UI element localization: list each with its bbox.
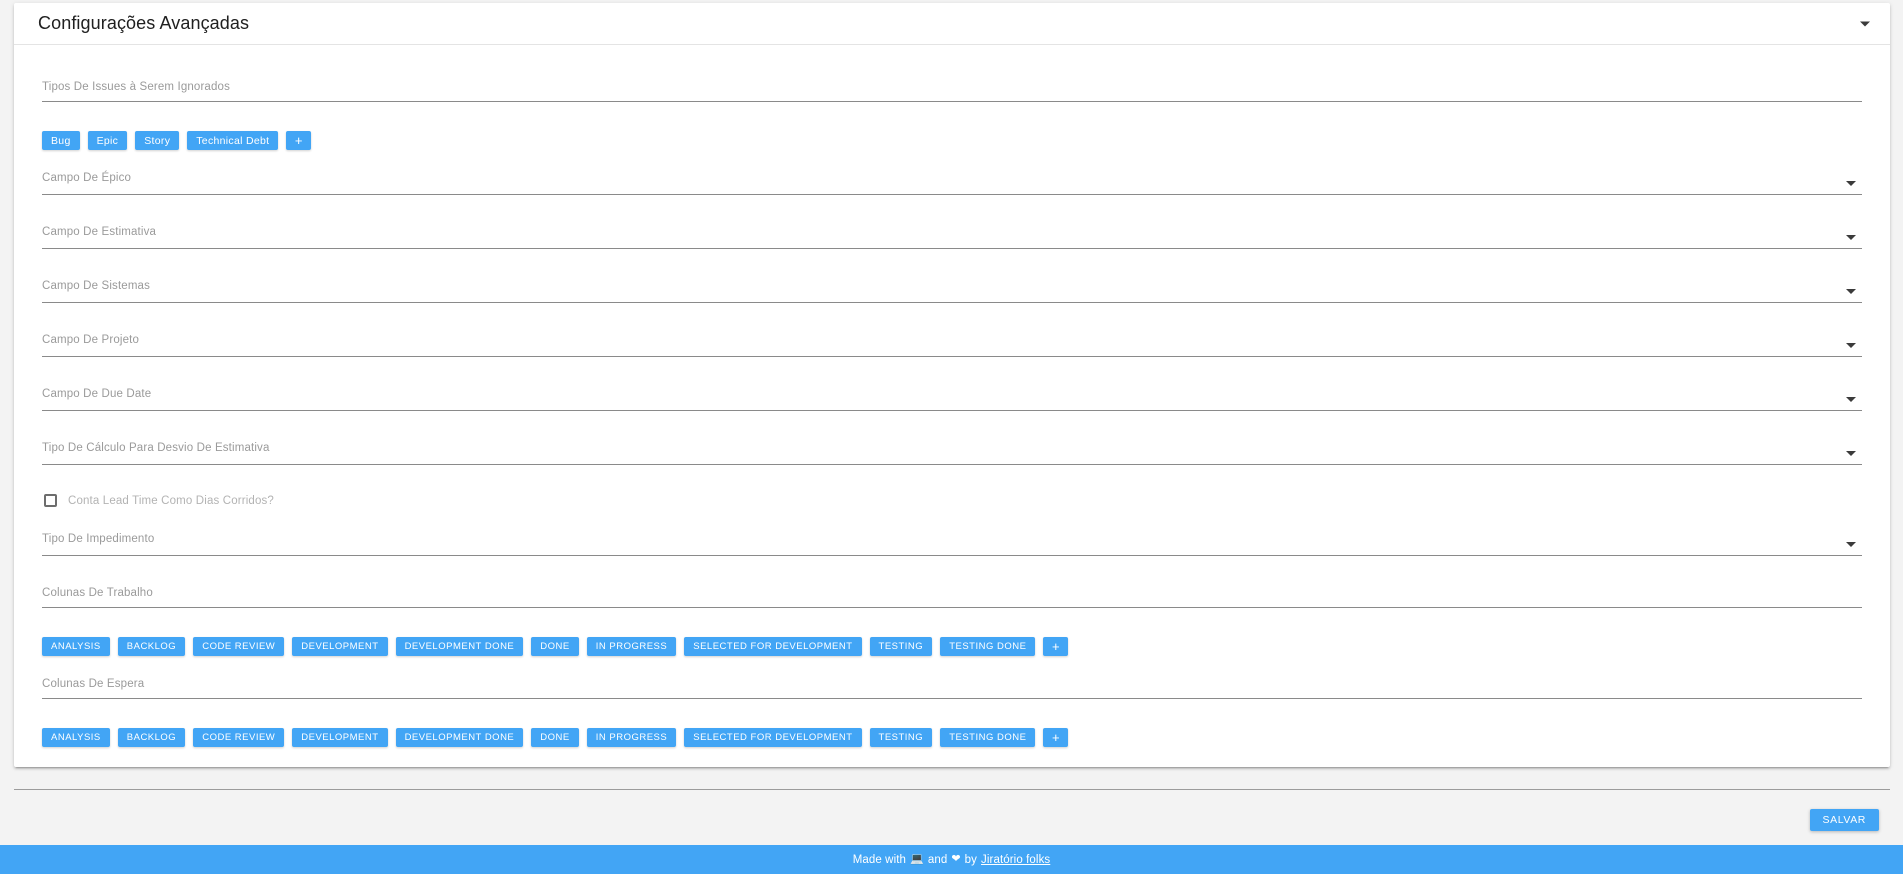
field-label-campo-de-projeto: Campo De Projeto xyxy=(42,334,139,346)
actions-area: SALVAR xyxy=(0,768,1903,845)
wait-columns-chip-row: ANALYSIS BACKLOG CODE REVIEW DEVELOPMENT… xyxy=(42,717,1862,747)
chip-work-development[interactable]: DEVELOPMENT xyxy=(292,637,388,656)
advanced-settings-page: Configurações Avançadas Tipos De Issues … xyxy=(0,0,1903,874)
footer-prefix-text: Made with xyxy=(852,853,907,866)
field-colunas-de-espera: Colunas De Espera xyxy=(42,676,1862,699)
chevron-down-icon[interactable] xyxy=(1860,21,1870,26)
chevron-down-icon[interactable] xyxy=(1846,181,1856,186)
chip-wait-in-progress[interactable]: IN PROGRESS xyxy=(586,728,677,747)
footer-by-text: by xyxy=(964,853,978,866)
chevron-down-icon[interactable] xyxy=(1846,289,1856,294)
panel-header[interactable]: Configurações Avançadas xyxy=(14,3,1890,45)
field-label-campo-de-due-date: Campo De Due Date xyxy=(42,388,152,400)
footer-conjunction-text: and xyxy=(927,853,948,866)
field-underline xyxy=(42,101,1862,102)
field-label-colunas-de-trabalho: Colunas De Trabalho xyxy=(42,587,153,599)
field-campo-de-due-date[interactable]: Campo De Due Date xyxy=(42,386,1862,411)
save-button[interactable]: SALVAR xyxy=(1809,809,1879,831)
chip-work-development-done[interactable]: DEVELOPMENT DONE xyxy=(395,637,524,656)
chip-work-testing-done[interactable]: TESTING DONE xyxy=(940,637,1036,656)
page-title: Configurações Avançadas xyxy=(38,13,250,33)
chip-work-testing[interactable]: TESTING xyxy=(869,637,933,656)
advanced-settings-panel: Configurações Avançadas Tipos De Issues … xyxy=(14,3,1890,767)
chip-wait-analysis[interactable]: ANALYSIS xyxy=(42,728,110,747)
field-campo-de-sistemas[interactable]: Campo De Sistemas xyxy=(42,278,1862,303)
checkbox-lead-time-dias-corridos[interactable]: Conta Lead Time Como Dias Corridos? xyxy=(44,494,1862,507)
field-underline xyxy=(42,607,1862,608)
field-label-tipo-de-calculo-desvio: Tipo De Cálculo Para Desvio De Estimativ… xyxy=(42,442,270,454)
chip-work-backlog[interactable]: BACKLOG xyxy=(117,637,186,656)
field-campo-de-epico[interactable]: Campo De Épico xyxy=(42,170,1862,195)
chip-wait-development-done[interactable]: DEVELOPMENT DONE xyxy=(395,728,524,747)
field-underline xyxy=(42,248,1862,249)
field-campo-de-estimativa[interactable]: Campo De Estimativa xyxy=(42,224,1862,249)
field-underline xyxy=(42,464,1862,465)
chip-wait-testing-done[interactable]: TESTING DONE xyxy=(940,728,1036,747)
field-underline xyxy=(42,410,1862,411)
chip-wait-testing[interactable]: TESTING xyxy=(869,728,933,747)
add-wait-column-button[interactable]: + xyxy=(1043,728,1069,747)
actions-divider xyxy=(14,789,1890,790)
chip-wait-backlog[interactable]: BACKLOG xyxy=(117,728,186,747)
field-label-campo-de-epico: Campo De Épico xyxy=(42,172,132,184)
ignored-issue-types-chip-row: Bug Epic Story Technical Debt + xyxy=(42,120,1862,150)
chip-work-analysis[interactable]: ANALYSIS xyxy=(42,637,110,656)
chip-wait-development[interactable]: DEVELOPMENT xyxy=(292,728,388,747)
add-work-column-button[interactable]: + xyxy=(1043,637,1069,656)
field-campo-de-projeto[interactable]: Campo De Projeto xyxy=(42,332,1862,357)
checkbox-label-lead-time: Conta Lead Time Como Dias Corridos? xyxy=(68,494,274,507)
chip-epic[interactable]: Epic xyxy=(87,131,128,150)
field-underline xyxy=(42,555,1862,556)
chip-technical-debt[interactable]: Technical Debt xyxy=(187,131,279,150)
heart-icon: ❤ xyxy=(951,853,961,865)
work-columns-chip-row: ANALYSIS BACKLOG CODE REVIEW DEVELOPMENT… xyxy=(42,626,1862,656)
chip-wait-selected-for-development[interactable]: SELECTED FOR DEVELOPMENT xyxy=(684,728,862,747)
chevron-down-icon[interactable] xyxy=(1846,451,1856,456)
field-tipo-de-calculo-desvio[interactable]: Tipo De Cálculo Para Desvio De Estimativ… xyxy=(42,440,1862,465)
field-ignored-issue-types: Tipos De Issues à Serem Ignorados xyxy=(42,79,1862,102)
field-underline xyxy=(42,194,1862,195)
chip-work-selected-for-development[interactable]: SELECTED FOR DEVELOPMENT xyxy=(684,637,862,656)
chip-wait-done[interactable]: DONE xyxy=(531,728,579,747)
field-underline xyxy=(42,302,1862,303)
field-tipo-de-impedimento[interactable]: Tipo De Impedimento xyxy=(42,531,1862,556)
field-label-colunas-de-espera: Colunas De Espera xyxy=(42,678,145,690)
field-label-ignored-issue-types: Tipos De Issues à Serem Ignorados xyxy=(42,81,230,93)
field-label-campo-de-estimativa: Campo De Estimativa xyxy=(42,226,157,238)
field-underline xyxy=(42,356,1862,357)
field-label-campo-de-sistemas: Campo De Sistemas xyxy=(42,280,151,292)
chevron-down-icon[interactable] xyxy=(1846,397,1856,402)
chevron-down-icon[interactable] xyxy=(1846,235,1856,240)
field-underline xyxy=(42,698,1862,699)
chip-story[interactable]: Story xyxy=(135,131,180,150)
panel-body: Tipos De Issues à Serem Ignorados Bug Ep… xyxy=(14,45,1890,767)
chip-work-code-review[interactable]: CODE REVIEW xyxy=(193,637,285,656)
chevron-down-icon[interactable] xyxy=(1846,542,1856,547)
jiratorio-folks-link[interactable]: Jiratório folks xyxy=(981,854,1050,866)
page-footer: Made with 💻 and ❤ by Jiratório folks xyxy=(0,845,1903,874)
field-label-tipo-de-impedimento: Tipo De Impedimento xyxy=(42,533,155,545)
chip-bug[interactable]: Bug xyxy=(42,131,80,150)
checkbox-box-icon[interactable] xyxy=(44,494,57,507)
chip-work-in-progress[interactable]: IN PROGRESS xyxy=(586,637,677,656)
laptop-icon: 💻 xyxy=(910,853,924,865)
chip-wait-code-review[interactable]: CODE REVIEW xyxy=(193,728,285,747)
chip-work-done[interactable]: DONE xyxy=(531,637,579,656)
add-issue-type-button[interactable]: + xyxy=(286,131,312,150)
chevron-down-icon[interactable] xyxy=(1846,343,1856,348)
field-colunas-de-trabalho: Colunas De Trabalho xyxy=(42,585,1862,608)
